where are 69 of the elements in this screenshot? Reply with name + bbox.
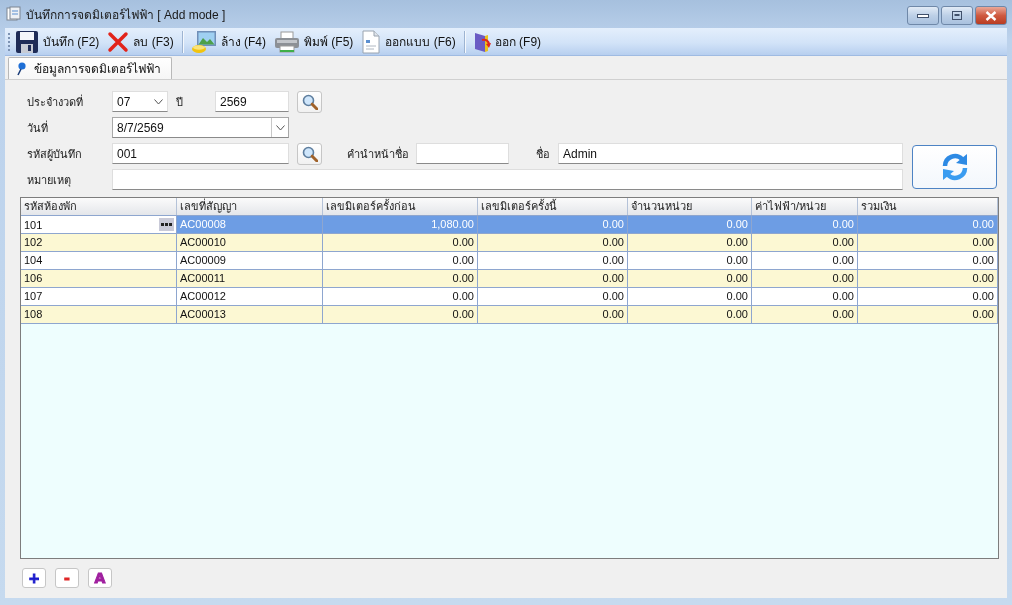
table-cell: AC00013 xyxy=(177,306,323,324)
field-label: ปี xyxy=(176,94,184,110)
pushpin-icon xyxy=(17,61,26,76)
table-cell: 0.00 xyxy=(628,306,752,324)
ellipsis-icon xyxy=(161,223,172,226)
field-label: ประจำงวดที่ xyxy=(26,93,84,110)
field-label: หมายเหตุ xyxy=(26,172,72,189)
documents-icon xyxy=(6,6,22,22)
name-field[interactable]: Admin xyxy=(558,143,903,164)
name-prefix-field[interactable] xyxy=(416,143,509,164)
search-icon xyxy=(301,93,318,110)
grid-action-button[interactable]: + xyxy=(22,568,46,588)
printer-icon xyxy=(274,30,301,53)
window-title: บันทึกการจดมิเตอร์ไฟฟ้า [ Add mode ] xyxy=(26,6,226,24)
column-header: รวมเงิน xyxy=(858,198,998,215)
column-header: รหัสห้องพัก xyxy=(21,198,177,215)
table-row[interactable]: 104 AC00009 0.00 0.00 0.00 0.00 0.00 xyxy=(21,252,998,270)
field-label: คำนำหน้าชื่อ xyxy=(347,145,410,162)
table-cell: 0.00 xyxy=(858,306,998,324)
toolbar-button[interactable]: ลบ (F3) xyxy=(103,28,178,55)
grip-icon xyxy=(8,30,11,53)
table-cell: 108 xyxy=(21,306,177,324)
year-field[interactable]: 2569 xyxy=(215,91,289,112)
toolbar-button[interactable]: ออกแบบ (F6) xyxy=(357,28,460,55)
chevron-down-icon xyxy=(275,124,285,131)
toolbar-button[interactable]: ล้าง (F4) xyxy=(186,28,271,55)
cross-icon xyxy=(107,30,130,53)
ellipsis-button[interactable] xyxy=(159,218,174,231)
table-row[interactable]: 108 AC00013 0.00 0.00 0.00 0.00 0.00 xyxy=(21,306,998,324)
table-cell: 0.00 xyxy=(478,306,628,324)
grid-action-button[interactable]: A xyxy=(88,568,112,588)
field-label: รหัสผู้บันทึก xyxy=(26,146,83,163)
document-icon xyxy=(361,29,382,54)
close-icon xyxy=(985,10,997,21)
column-header: เลขที่สัญญา xyxy=(177,198,323,215)
maximize-icon xyxy=(952,11,962,20)
toolbar-button[interactable]: บันทึก (F2) xyxy=(11,28,104,55)
toolbar-button[interactable]: ออก (F9) xyxy=(468,28,546,55)
cell-editor[interactable]: 101 xyxy=(21,216,177,234)
date-picker[interactable]: 8/7/2569 xyxy=(112,117,289,138)
door-arrow-icon xyxy=(472,30,491,53)
column-header: เลขมิเตอร์ครั้งก่อน xyxy=(323,198,478,215)
search-icon xyxy=(301,145,318,162)
table-cell: 0.00 xyxy=(752,306,858,324)
table-cell: 0.00 xyxy=(323,306,478,324)
minimize-icon xyxy=(917,13,929,18)
column-header: ค่าไฟฟ้า/หน่วย xyxy=(752,198,858,215)
column-header: จำนวนหน่วย xyxy=(628,198,752,215)
minimize-button[interactable] xyxy=(907,6,939,25)
close-button[interactable] xyxy=(975,6,1007,25)
field-label: วันที่ xyxy=(26,119,49,136)
chevron-down-icon xyxy=(154,98,163,105)
note-field[interactable] xyxy=(112,169,903,190)
table-row[interactable]: 106 AC00011 0.00 0.00 0.00 0.00 0.00 xyxy=(21,270,998,288)
tab[interactable]: ข้อมูลการจดมิเตอร์ไฟฟ้า xyxy=(8,57,172,79)
period-select[interactable]: 07 xyxy=(112,91,168,112)
table-row[interactable]: 102 AC00010 0.00 0.00 0.00 0.00 0.00 xyxy=(21,234,998,252)
toolbar-button[interactable]: พิมพ์ (F5) xyxy=(270,28,358,55)
painting-icon xyxy=(190,29,217,54)
column-header: เลขมิเตอร์ครั้งนี้ xyxy=(478,198,628,215)
search-button[interactable] xyxy=(297,90,322,113)
table-row[interactable]: 107 AC00012 0.00 0.00 0.00 0.00 0.00 xyxy=(21,288,998,306)
table-row[interactable]: 101 AC00008 1,080.00 0.00 0.00 0.00 0.00 xyxy=(21,216,998,234)
grid-action-button[interactable]: - xyxy=(55,568,79,588)
recorder-code-field[interactable]: 001 xyxy=(112,143,289,164)
search-button[interactable] xyxy=(297,142,322,165)
refresh-button[interactable] xyxy=(912,145,997,189)
maximize-button[interactable] xyxy=(941,6,973,25)
field-label: ชื่อ xyxy=(536,145,551,162)
